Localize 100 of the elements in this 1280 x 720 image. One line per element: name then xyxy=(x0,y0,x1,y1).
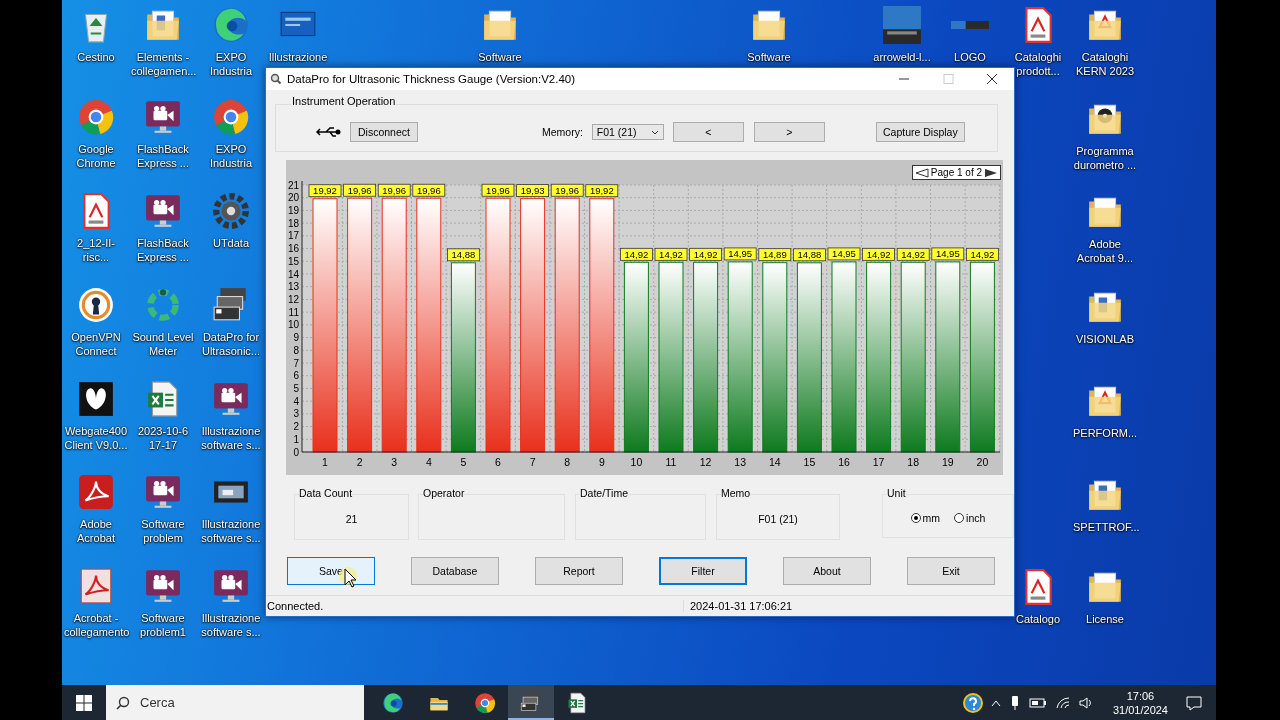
desktop-icon-label[interactable]: Illustrazione software s... xyxy=(199,517,263,545)
axis-tick-label: 5 xyxy=(460,456,467,468)
desktop-icon-label[interactable]: EXPO Industria xyxy=(199,142,263,170)
value-label: 14,92 xyxy=(966,247,999,261)
desktop-icon-label[interactable]: Cataloghi KERN 2023 xyxy=(1073,50,1137,78)
desktop-icon-label[interactable]: Software problem xyxy=(131,517,195,545)
desktop-icon-label[interactable]: Acrobat - collegamento xyxy=(64,611,128,639)
help-icon[interactable] xyxy=(962,692,983,713)
window-title: DataPro for Ultrasonic Thickness Gauge (Version:V2.40) xyxy=(287,73,577,85)
memory-label: Memory: xyxy=(542,126,583,138)
axis-tick-label: 18 xyxy=(287,217,299,229)
desktop-icon-label[interactable]: Illustrazione xyxy=(268,50,328,64)
ring-icon xyxy=(474,691,496,714)
axis-tick-label: 13 xyxy=(734,456,747,468)
value-label: 14,92 xyxy=(862,247,895,261)
value-label: 19,96 xyxy=(343,183,376,197)
axis-tick-label: 20 xyxy=(976,456,989,468)
notification-icon[interactable] xyxy=(1186,694,1202,711)
unit-radio[interactable]: inch xyxy=(954,512,986,524)
value-label: 14,92 xyxy=(689,247,722,261)
desktop-icon-label[interactable]: Adobe Acrobat xyxy=(64,517,128,545)
previous-button[interactable]: < xyxy=(672,122,744,142)
next-button[interactable]: > xyxy=(753,122,825,142)
axis-tick-label: 10 xyxy=(287,319,299,331)
desktop-icon-label[interactable]: 2_12-II-risc... xyxy=(64,236,128,264)
desktop-icon-label[interactable]: Software xyxy=(478,50,522,64)
axis-tick-label: 8 xyxy=(564,456,571,468)
desktop-icon-label[interactable]: EXPO Industria xyxy=(199,50,263,78)
axis-tick-label: 17 xyxy=(872,456,885,468)
value-label: 19,96 xyxy=(412,183,446,197)
taskbar-app[interactable] xyxy=(508,685,554,720)
clock[interactable]: 17:06 31/01/2024 xyxy=(1112,688,1168,717)
axis-tick-label: 9 xyxy=(598,456,605,468)
desktop-icon-label[interactable]: FlashBack Express ... xyxy=(131,142,195,170)
desktop-icon-label[interactable]: FlashBack Express ... xyxy=(131,236,195,264)
action-button[interactable]: Save xyxy=(287,557,375,585)
chevron-up-icon[interactable] xyxy=(990,698,1001,707)
value-label: 14,92 xyxy=(654,247,688,261)
desktop-icon-label[interactable]: Cataloghi prodott... xyxy=(1006,50,1070,78)
axis-tick-label: 4 xyxy=(293,395,299,407)
desktop-icon-label[interactable]: DataPro for Ultrasonic... xyxy=(199,330,263,358)
axis-tick-label: 5 xyxy=(293,382,299,394)
windows-start-icon[interactable] xyxy=(76,694,92,711)
gear-icon xyxy=(212,192,250,230)
axis-tick-label: 12 xyxy=(287,293,299,305)
capture-display-button[interactable]: Capture Display xyxy=(875,122,965,142)
action-button[interactable]: Filter xyxy=(659,557,747,585)
unit-radio[interactable]: mm xyxy=(910,512,941,524)
value-label: 19,96 xyxy=(481,183,515,197)
desktop-icon-label[interactable]: 2023-10-6 17-17 xyxy=(131,424,195,452)
axis-tick-label: 7 xyxy=(293,357,299,369)
action-button[interactable]: Report xyxy=(535,557,623,585)
axis-tick-label: 13 xyxy=(287,281,299,293)
desktop-icon-label[interactable]: License xyxy=(1086,612,1124,626)
desktop-icon-label[interactable]: VISIONLAB xyxy=(1075,332,1135,346)
value-label: 14,95 xyxy=(827,247,861,261)
axis-tick-label: 6 xyxy=(293,370,299,382)
desktop-icon-label[interactable]: Google Chrome xyxy=(64,142,128,170)
axis-tick-label: 10 xyxy=(630,456,643,468)
desktop-icon-label[interactable]: Software problem1 xyxy=(131,611,195,639)
desktop-icon-label[interactable]: Sound Level Meter xyxy=(131,330,195,358)
desktop-icon-label[interactable]: OpenVPN Connect xyxy=(64,330,128,358)
desktop-icon-label[interactable]: Elements - collegamen... xyxy=(131,50,195,78)
wifi-icon[interactable] xyxy=(1054,695,1071,710)
desktop-icon-label[interactable]: Software xyxy=(747,50,791,64)
desktop-icon-label[interactable]: Catalogo xyxy=(1015,612,1060,626)
action-button[interactable]: Exit xyxy=(907,557,995,585)
axis-tick-label: 8 xyxy=(293,344,299,356)
video-camera-icon xyxy=(144,98,182,136)
axis-tick-label: 6 xyxy=(495,456,501,468)
axis-tick-label: 14 xyxy=(287,268,299,280)
desktop-icon-label[interactable]: Illustrazione software s... xyxy=(199,611,263,639)
desktop-icon-label[interactable]: UTdata xyxy=(212,236,250,250)
desktop-icon-label[interactable]: Adobe Acrobat 9... xyxy=(1073,237,1137,265)
desktop-icon-label[interactable]: PERFORM... xyxy=(1073,426,1137,440)
next-page-icon[interactable] xyxy=(984,167,998,178)
axis-tick-label: 9 xyxy=(293,332,299,344)
field-value: F01 (21) xyxy=(758,512,798,525)
previous-page-icon[interactable] xyxy=(914,167,929,178)
video-camera-icon xyxy=(144,473,182,511)
desktop-icon-label[interactable]: SPETTROF... xyxy=(1073,520,1137,534)
action-button[interactable]: Database xyxy=(411,557,499,585)
desktop-icon-label[interactable]: Programma durometro ... xyxy=(1073,144,1137,172)
memory-dropdown[interactable]: F01 (21) xyxy=(591,124,664,140)
axis-tick-label: 16 xyxy=(838,456,850,468)
keyhole-icon xyxy=(77,286,115,324)
battery-icon[interactable] xyxy=(1028,697,1047,708)
desktop-icon-label[interactable]: Illustrazione software s... xyxy=(199,424,263,452)
axis-tick-label: 16 xyxy=(287,243,299,255)
recycle-arrows-icon xyxy=(144,286,182,324)
desktop-icon-label[interactable]: arroweld-l... xyxy=(873,50,931,64)
desktop-icon-label[interactable]: Webgate400 Client V9.0... xyxy=(64,424,128,452)
action-button[interactable]: About xyxy=(783,557,871,585)
field-label: Data Count xyxy=(299,487,353,499)
disconnect-button[interactable]: Disconnect xyxy=(350,122,418,142)
axis-tick-label: 15 xyxy=(287,255,299,267)
search-field[interactable]: Cerca xyxy=(106,685,364,720)
value-label: 19,93 xyxy=(516,184,549,197)
desktop-icon-label[interactable]: LOGO xyxy=(954,49,986,64)
field-label: Unit xyxy=(887,487,906,499)
